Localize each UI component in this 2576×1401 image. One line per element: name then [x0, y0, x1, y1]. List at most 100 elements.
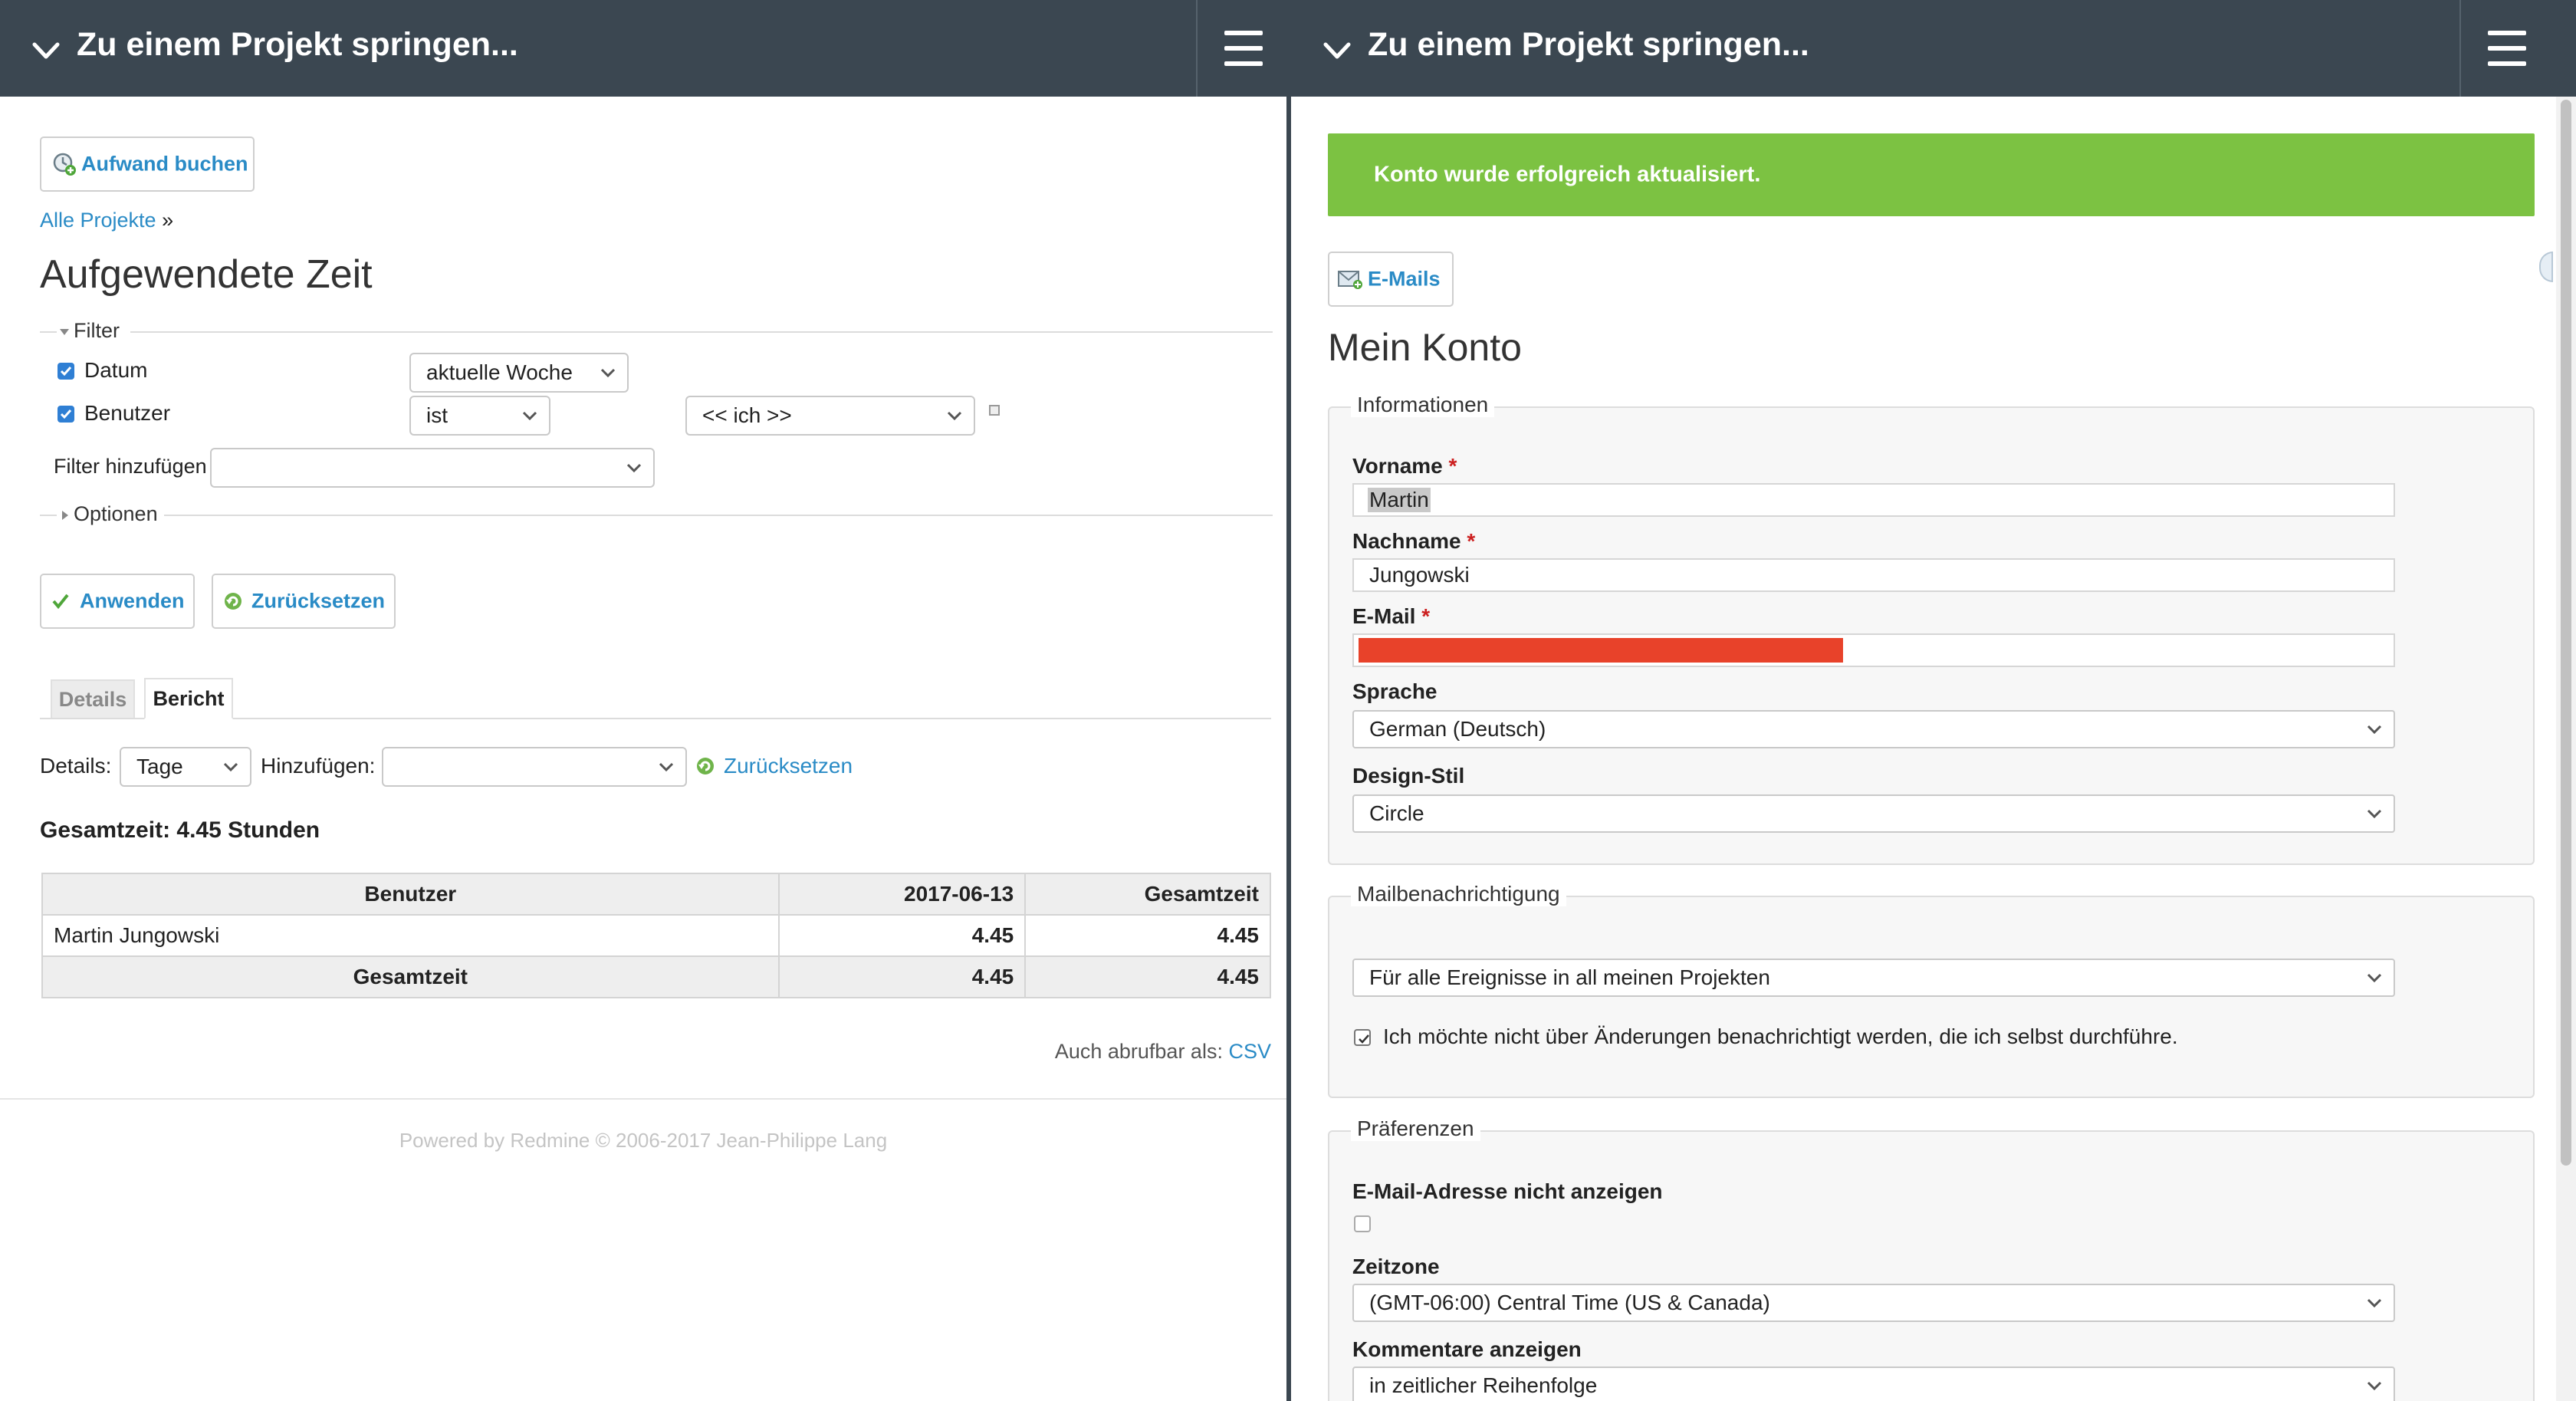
details-select[interactable]: Tage — [120, 747, 251, 787]
reset-button[interactable]: Zurücksetzen — [212, 574, 396, 629]
table-cell-user: Martin Jungowski — [41, 914, 780, 957]
required-mark: * — [1448, 454, 1457, 478]
filter-legend[interactable]: Filter — [58, 319, 120, 343]
checkmark-icon — [60, 409, 72, 419]
no-self-notified-checkbox[interactable] — [1354, 1029, 1371, 1046]
sidebar-toggle-icon[interactable] — [2539, 252, 2553, 282]
project-jump-label[interactable]: Zu einem Projekt springen... — [1368, 26, 1809, 64]
chevron-down-icon — [626, 463, 642, 473]
toggle-multiselect-icon[interactable] — [989, 405, 1000, 416]
flash-success: Konto wurde erfolgreich aktualisiert. — [1328, 133, 2535, 216]
column-header[interactable]: Benutzer — [41, 873, 780, 916]
filter-rule-left — [40, 331, 57, 333]
no-self-notified-label: Ich möchte nicht über Änderungen benachr… — [1383, 1024, 2178, 1048]
options-rule-left — [40, 515, 57, 516]
emails-button[interactable]: E-Mails — [1328, 252, 1454, 307]
emails-label: E-Mails — [1368, 267, 1441, 291]
checkmark-icon — [52, 594, 69, 610]
table-total-sum: 4.45 — [1024, 955, 1271, 998]
lastname-label: Nachname * — [1352, 529, 1475, 554]
benutzer-label: Benutzer — [84, 401, 171, 425]
prefs-legend: Präferenzen — [1351, 1117, 1480, 1141]
tab-details[interactable]: Details — [51, 679, 135, 718]
comments-order-value: in zeitlicher Reihenfolge — [1369, 1373, 1598, 1397]
reset-report-link[interactable]: Zurücksetzen — [724, 754, 853, 778]
project-jump-label[interactable]: Zu einem Projekt springen... — [77, 26, 518, 64]
footer: Powered by Redmine © 2006-2017 Jean-Phil… — [399, 1129, 888, 1152]
log-time-button[interactable]: Aufwand buchen — [40, 136, 255, 192]
chevron-down-icon[interactable] — [31, 37, 61, 63]
hide-email-label: E-Mail-Adresse nicht anzeigen — [1352, 1179, 1663, 1203]
redacted-email — [1359, 638, 1843, 663]
lastname-label-text: Nachname — [1352, 529, 1461, 553]
mail-notification-select[interactable]: Für alle Ereignisse in all meinen Projek… — [1352, 959, 2395, 997]
add-criterion-select[interactable] — [382, 747, 687, 787]
options-legend-label: Optionen — [74, 502, 158, 525]
checkmark-icon — [60, 367, 72, 377]
table-cell-value: 4.45 — [777, 914, 1027, 957]
scrollbar-thumb[interactable] — [2561, 100, 2571, 1166]
email-icon — [1338, 271, 1362, 289]
add-criterion-label: Hinzufügen: — [261, 754, 376, 778]
chevron-down-icon — [600, 368, 616, 378]
mail-fieldset — [1328, 896, 2535, 1098]
reload-icon — [697, 758, 714, 774]
flash-message: Konto wurde erfolgreich aktualisiert. — [1374, 162, 1761, 187]
expand-triangle-icon — [62, 510, 68, 520]
chevron-down-icon[interactable] — [1322, 37, 1352, 63]
benutzer-checkbox[interactable] — [58, 406, 74, 423]
table-total-value: 4.45 — [777, 955, 1027, 998]
clock-add-icon — [53, 153, 76, 176]
hamburger-menu-icon[interactable] — [2459, 0, 2551, 97]
column-header[interactable]: Gesamtzeit — [1024, 873, 1271, 916]
lastname-value: Jungowski — [1369, 563, 1470, 587]
chevron-down-icon — [2367, 1381, 2382, 1391]
theme-select[interactable]: Circle — [1352, 794, 2395, 833]
add-filter-label: Filter hinzufügen — [54, 455, 207, 478]
firstname-label: Vorname * — [1352, 454, 1457, 479]
right-window: Zu einem Projekt springen... Konto wurde… — [1291, 0, 2576, 1401]
benutzer-operator-select[interactable]: ist — [409, 396, 550, 436]
scrollbar-track[interactable] — [2556, 97, 2576, 1401]
table-cell-total: 4.45 — [1024, 914, 1271, 957]
export-links: Auch abrufbar als: CSV — [1055, 1040, 1271, 1064]
comments-order-select[interactable]: in zeitlicher Reihenfolge — [1352, 1366, 2395, 1401]
timezone-label: Zeitzone — [1352, 1255, 1440, 1278]
benutzer-value-select[interactable]: << ich >> — [685, 396, 975, 436]
table-row: Martin Jungowski 4.45 4.45 — [41, 914, 1271, 957]
apply-button[interactable]: Anwenden — [40, 574, 195, 629]
hide-email-checkbox[interactable] — [1354, 1215, 1371, 1232]
chevron-down-icon — [2367, 725, 2382, 735]
chevron-down-icon — [947, 411, 962, 421]
email-field[interactable] — [1352, 633, 2395, 667]
add-filter-select[interactable] — [210, 448, 655, 488]
column-header[interactable]: 2017-06-13 — [777, 873, 1027, 916]
datum-checkbox[interactable] — [58, 363, 74, 380]
datum-operator-value: aktuelle Woche — [426, 360, 573, 384]
email-label: E-Mail * — [1352, 604, 1430, 629]
required-mark: * — [1467, 529, 1476, 553]
breadcrumb-all-projects[interactable]: Alle Projekte — [40, 209, 156, 232]
chevron-down-icon — [659, 762, 674, 772]
lastname-field[interactable]: Jungowski — [1352, 558, 2395, 592]
datum-operator-select[interactable]: aktuelle Woche — [409, 353, 629, 393]
timezone-select[interactable]: (GMT-06:00) Central Time (US & Canada) — [1352, 1284, 2395, 1322]
tab-bericht[interactable]: Bericht — [144, 678, 233, 719]
breadcrumb: Alle Projekte » — [40, 209, 173, 232]
chevron-down-icon — [223, 762, 238, 772]
options-legend[interactable]: Optionen — [60, 502, 158, 526]
firstname-field[interactable]: Martin — [1352, 483, 2395, 517]
filter-rule-right — [130, 331, 1273, 333]
export-label: Auch abrufbar als: — [1054, 1040, 1223, 1063]
chevron-down-icon — [522, 411, 537, 421]
csv-link[interactable]: CSV — [1228, 1040, 1271, 1063]
language-select[interactable]: German (Deutsch) — [1352, 710, 2395, 748]
hamburger-menu-icon[interactable] — [1196, 0, 1286, 97]
details-label: Details: — [40, 754, 112, 778]
log-time-label: Aufwand buchen — [81, 152, 248, 176]
footer-rule — [0, 1098, 1286, 1100]
checkmark-icon — [1359, 1034, 1369, 1044]
collapse-triangle-icon — [60, 328, 69, 335]
mail-notification-value: Für alle Ereignisse in all meinen Projek… — [1369, 965, 1770, 989]
options-rule-right — [164, 515, 1273, 516]
